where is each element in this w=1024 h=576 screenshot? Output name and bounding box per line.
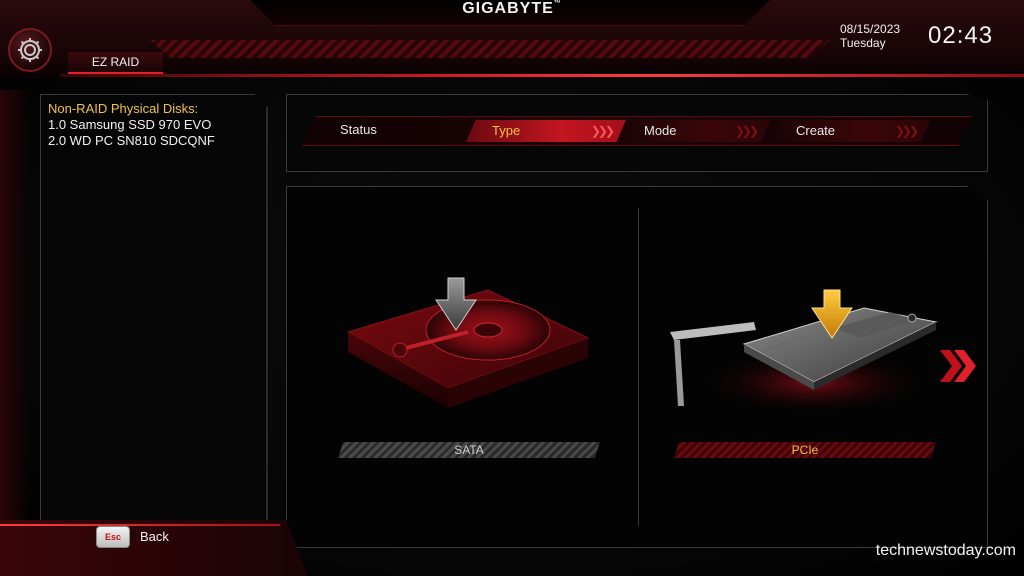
brand-trademark: ™ bbox=[553, 0, 562, 7]
disk-item-1[interactable]: 1.0 Samsung SSD 970 EVO bbox=[48, 117, 260, 133]
chevron-right-icon: ❯❯❯ bbox=[734, 124, 759, 138]
step-status-label: Status bbox=[340, 122, 377, 137]
header-stripe bbox=[150, 40, 830, 58]
settings-button[interactable] bbox=[8, 28, 52, 72]
bios-screen: GIGABYTE™ EZ RAID 08/15/2023 Tuesday 02:… bbox=[0, 0, 1024, 576]
step-mode: Mode ❯❯❯ bbox=[620, 120, 770, 142]
date-text: 08/15/2023 bbox=[840, 22, 901, 36]
step-create-label: Create bbox=[796, 123, 836, 138]
left-glow bbox=[0, 90, 30, 530]
step-type: Type ❯❯❯ bbox=[466, 120, 626, 142]
brand-logo: GIGABYTE™ bbox=[412, 0, 612, 20]
back-button[interactable]: Back bbox=[140, 529, 200, 547]
brand-text: GIGABYTE bbox=[462, 0, 554, 17]
weekday-text: Tuesday bbox=[840, 36, 886, 50]
sata-option-label[interactable]: SATA bbox=[338, 442, 600, 458]
next-button[interactable] bbox=[938, 348, 978, 384]
step-create: Create ❯❯❯ bbox=[772, 120, 930, 142]
disk-list: Non-RAID Physical Disks: 1.0 Samsung SSD… bbox=[48, 100, 260, 160]
disk-list-title: Non-RAID Physical Disks: bbox=[48, 101, 199, 116]
disk-item-2[interactable]: 2.0 WD PC SN810 SDCQNF bbox=[48, 133, 260, 149]
clock: 02:43 bbox=[928, 22, 994, 49]
pcie-card-icon bbox=[670, 289, 938, 410]
step-type-label: Type bbox=[492, 123, 521, 138]
esc-key-icon[interactable]: Esc bbox=[96, 526, 130, 548]
chevron-right-icon bbox=[940, 350, 976, 382]
watermark: technewstoday.com bbox=[875, 542, 1016, 559]
step-status: Status bbox=[340, 119, 450, 141]
header-red-line bbox=[60, 74, 1024, 77]
sata-option[interactable] bbox=[338, 270, 598, 420]
chevron-right-icon: ❯❯❯ bbox=[894, 124, 919, 138]
hdd-icon bbox=[346, 277, 590, 408]
chevron-right-icon: ❯❯❯ bbox=[590, 124, 615, 138]
date-display: 08/15/2023 Tuesday bbox=[840, 22, 930, 52]
pcie-option-label[interactable]: PCIe bbox=[674, 442, 936, 458]
option-divider bbox=[638, 208, 639, 526]
pcie-option[interactable] bbox=[664, 286, 944, 416]
disk-list-panel bbox=[40, 94, 268, 550]
footer-red-line bbox=[0, 524, 280, 526]
gear-icon bbox=[18, 38, 42, 62]
tab-ez-raid[interactable]: EZ RAID bbox=[68, 52, 163, 74]
tab-ez-raid-label: EZ RAID bbox=[91, 55, 140, 69]
step-mode-label: Mode bbox=[644, 123, 677, 138]
